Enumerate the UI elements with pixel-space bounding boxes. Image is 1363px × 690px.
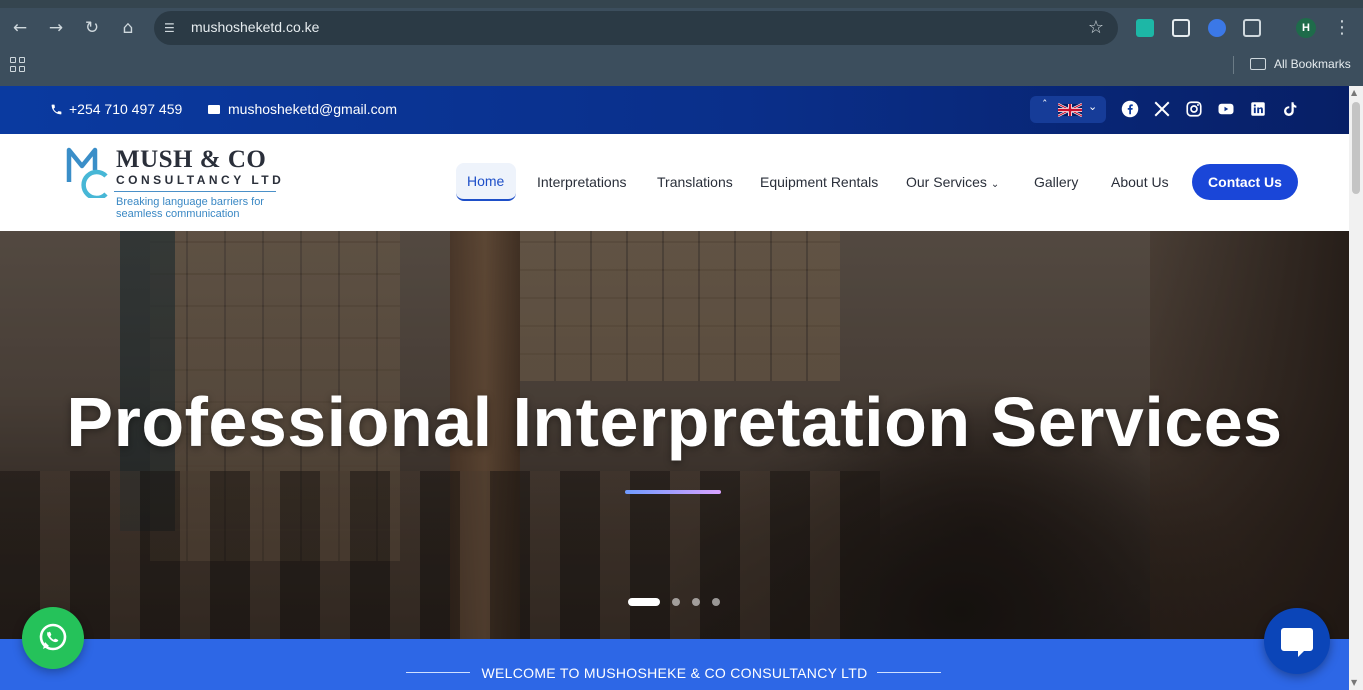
logo-divider xyxy=(114,191,276,192)
whatsapp-icon xyxy=(39,623,67,651)
extensions-puzzle-icon[interactable] xyxy=(1243,19,1261,37)
nav-home-label: Home xyxy=(467,173,505,189)
browser-chrome: ← → ↻ ⌂ ☰ mushosheketd.co.ke ☆ H ⋮ All B… xyxy=(0,0,1363,86)
bookmark-star-icon[interactable]: ☆ xyxy=(1088,17,1104,38)
welcome-line-right xyxy=(877,672,941,673)
chevron-down-icon: ⌄ xyxy=(990,179,1000,190)
scrollbar-thumb[interactable] xyxy=(1352,102,1360,194)
language-indicator-icon: ˆ xyxy=(1042,98,1048,111)
extension-icon[interactable] xyxy=(1136,19,1154,37)
nav-interpretations[interactable]: Interpretations xyxy=(537,174,627,190)
email-icon xyxy=(208,105,220,114)
tagline-line-1: Breaking language barriers for xyxy=(116,196,264,208)
all-bookmarks-link[interactable]: All Bookmarks xyxy=(1274,57,1351,71)
chat-button[interactable] xyxy=(1264,608,1330,674)
nav-home[interactable]: Home xyxy=(456,163,516,201)
nav-equipment-rentals[interactable]: Equipment Rentals xyxy=(760,174,878,190)
tab-strip xyxy=(0,0,1363,8)
chat-bubble-icon xyxy=(1281,628,1313,657)
brand-tagline: Breaking language barriers for seamless … xyxy=(116,196,286,220)
forward-icon[interactable]: → xyxy=(45,17,67,39)
nav-gallery[interactable]: Gallery xyxy=(1034,174,1078,190)
welcome-heading: WELCOME TO MUSHOSHEKE & CO CONSULTANCY L… xyxy=(481,665,868,681)
phone-number[interactable]: +254 710 497 459 xyxy=(69,101,182,117)
nav-our-services[interactable]: Our Services ⌄ xyxy=(906,174,999,190)
hero-slider: Professional Interpretation Services xyxy=(0,231,1349,639)
bookmark-separator xyxy=(1233,56,1234,74)
whatsapp-button[interactable] xyxy=(22,607,84,669)
email-address[interactable]: mushosheketd@gmail.com xyxy=(228,101,397,117)
home-icon[interactable]: ⌂ xyxy=(117,17,139,39)
hero-title-underline xyxy=(625,490,721,494)
scroll-up-icon[interactable]: ▲ xyxy=(1351,88,1357,97)
contact-us-button[interactable]: Contact Us xyxy=(1192,164,1298,200)
slider-dot-1[interactable] xyxy=(628,598,660,606)
folder-icon[interactable] xyxy=(1250,58,1266,70)
mc-logo-icon[interactable] xyxy=(66,146,114,198)
hero-title: Professional Interpretation Services xyxy=(66,383,1283,461)
apps-grid-icon[interactable] xyxy=(10,57,26,73)
youtube-icon[interactable] xyxy=(1217,100,1235,118)
tiktok-icon[interactable] xyxy=(1281,100,1299,118)
profile-avatar[interactable]: H xyxy=(1296,18,1316,38)
facebook-icon[interactable] xyxy=(1121,100,1139,118)
instagram-icon[interactable] xyxy=(1185,100,1203,118)
slider-dot-3[interactable] xyxy=(692,598,700,606)
uk-flag-icon xyxy=(1058,103,1082,117)
linkedin-icon[interactable] xyxy=(1249,100,1267,118)
nav-about-us[interactable]: About Us xyxy=(1111,174,1169,190)
contact-topbar: +254 710 497 459 mushosheketd@gmail.com … xyxy=(0,86,1349,134)
nav-translations[interactable]: Translations xyxy=(657,174,733,190)
tagline-line-2: seamless communication xyxy=(116,208,240,220)
site-info-icon[interactable]: ☰ xyxy=(164,20,180,36)
back-icon[interactable]: ← xyxy=(9,17,31,39)
language-selector[interactable]: ˆ ⌄ xyxy=(1030,96,1106,123)
x-icon[interactable] xyxy=(1153,100,1171,118)
brand-subtitle: CONSULTANCY LTD xyxy=(116,173,285,187)
brand-name[interactable]: MUSH & CO xyxy=(116,146,266,174)
browser-menu-icon[interactable]: ⋮ xyxy=(1333,17,1351,38)
slider-dot-2[interactable] xyxy=(672,598,680,606)
nav-our-services-label: Our Services xyxy=(906,174,987,190)
address-bar[interactable]: ☰ mushosheketd.co.ke ☆ xyxy=(154,11,1118,45)
reload-icon[interactable]: ↻ xyxy=(81,17,103,39)
url-text[interactable]: mushosheketd.co.ke xyxy=(191,19,319,35)
site-header: MUSH & CO CONSULTANCY LTD Breaking langu… xyxy=(0,134,1349,231)
chevron-down-icon: ⌄ xyxy=(1088,100,1098,113)
welcome-section: WELCOME TO MUSHOSHEKE & CO CONSULTANCY L… xyxy=(0,639,1349,690)
slider-dot-4[interactable] xyxy=(712,598,720,606)
phone-icon xyxy=(51,104,62,115)
scroll-down-icon[interactable]: ▼ xyxy=(1351,678,1357,687)
cast-extension-icon[interactable] xyxy=(1172,19,1190,37)
settings-extension-icon[interactable] xyxy=(1208,19,1226,37)
